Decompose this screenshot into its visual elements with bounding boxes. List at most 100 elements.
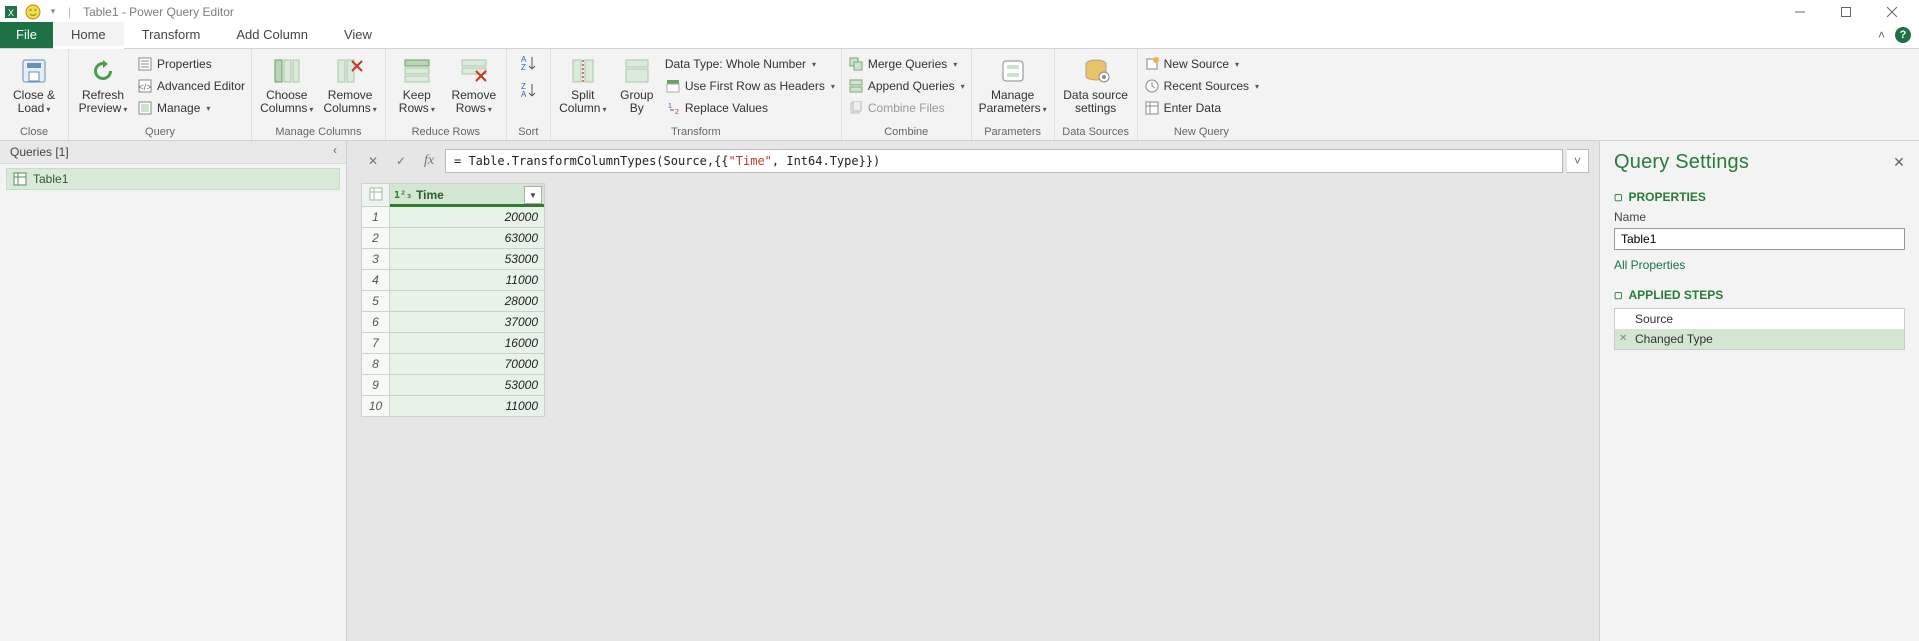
data-cell[interactable]: 63000 [390, 228, 545, 249]
column-header-time[interactable]: 1²₃ Time ▼ [390, 184, 545, 207]
data-cell[interactable]: 37000 [390, 312, 545, 333]
keep-rows-button[interactable]: Keep Rows▾ [392, 53, 442, 118]
close-button[interactable] [1869, 0, 1915, 23]
row-header[interactable]: 10 [362, 396, 390, 417]
view-tab[interactable]: View [326, 22, 390, 48]
first-row-headers-button[interactable]: Use First Row as Headers▾ [665, 75, 835, 97]
data-cell[interactable]: 20000 [390, 207, 545, 228]
table-row[interactable]: 1011000 [362, 396, 545, 417]
row-header[interactable]: 6 [362, 312, 390, 333]
sort-desc-button[interactable]: ZA [518, 80, 538, 103]
row-header[interactable]: 5 [362, 291, 390, 312]
manage-button[interactable]: Manage▾ [137, 97, 245, 119]
table-row[interactable]: 870000 [362, 354, 545, 375]
new-source-button[interactable]: New Source▾ [1144, 53, 1259, 75]
data-type-button[interactable]: Data Type: Whole Number▾ [665, 53, 835, 75]
data-source-settings-button[interactable]: Data source settings [1061, 53, 1131, 117]
settings-close-button[interactable]: ✕ [1893, 154, 1905, 171]
qat-dropdown[interactable]: ▾ [44, 3, 62, 21]
svg-text:Z: Z [521, 63, 526, 72]
formula-expand-button[interactable]: ˅ [1567, 149, 1589, 173]
help-icon[interactable]: ? [1895, 27, 1911, 43]
choose-columns-button[interactable]: Choose Columns▾ [258, 53, 315, 118]
data-type-label: Data Type: Whole Number [665, 57, 806, 71]
row-header[interactable]: 9 [362, 375, 390, 396]
manage-parameters-button[interactable]: Manage Parameters▾ [978, 53, 1048, 118]
workspace: Queries [1] ‹ Table1 ✕ ✓ fx = Table.Tran… [0, 141, 1919, 641]
applied-steps-header[interactable]: ▢APPLIED STEPS [1614, 288, 1905, 302]
grid-corner[interactable] [362, 184, 390, 207]
row-header[interactable]: 7 [362, 333, 390, 354]
group-label-parameters: Parameters [978, 124, 1048, 138]
group-by-button[interactable]: Group By [615, 53, 659, 117]
properties-button[interactable]: Properties [137, 53, 245, 75]
remove-rows-button[interactable]: Remove Rows▾ [448, 53, 500, 118]
sort-asc-button[interactable]: AZ [518, 53, 538, 76]
row-header[interactable]: 3 [362, 249, 390, 270]
table-row[interactable]: 353000 [362, 249, 545, 270]
data-cell[interactable]: 53000 [390, 375, 545, 396]
replace-values-button[interactable]: 12Replace Values [665, 97, 835, 119]
home-tab[interactable]: Home [53, 22, 124, 48]
table-row[interactable]: 637000 [362, 312, 545, 333]
row-header[interactable]: 2 [362, 228, 390, 249]
formula-input[interactable]: = Table.TransformColumnTypes(Source,{{"T… [445, 149, 1563, 173]
applied-step[interactable]: ✕Changed Type [1615, 329, 1904, 349]
data-cell[interactable]: 11000 [390, 396, 545, 417]
data-cell[interactable]: 16000 [390, 333, 545, 354]
ribbon-collapse-icon[interactable]: ˄ [1878, 28, 1885, 42]
file-tab[interactable]: File [0, 22, 53, 48]
add-column-tab[interactable]: Add Column [218, 22, 326, 48]
transform-tab[interactable]: Transform [124, 22, 219, 48]
delete-step-icon[interactable]: ✕ [1619, 333, 1627, 344]
formula-bar: ✕ ✓ fx = Table.TransformColumnTypes(Sour… [347, 141, 1599, 177]
replace-values-label: Replace Values [685, 101, 768, 115]
close-and-load-button[interactable]: Close & Load▾ [6, 53, 62, 118]
merge-queries-button[interactable]: Merge Queries▾ [848, 53, 965, 75]
minimize-button[interactable] [1777, 0, 1823, 23]
query-item[interactable]: Table1 [6, 168, 340, 190]
table-row[interactable]: 716000 [362, 333, 545, 354]
group-label-sort: Sort [513, 124, 544, 138]
table-row[interactable]: 411000 [362, 270, 545, 291]
remove-rows-icon [458, 55, 490, 87]
maximize-button[interactable] [1823, 0, 1869, 23]
close-load-icon [18, 55, 50, 87]
remove-columns-button[interactable]: Remove Columns▾ [321, 53, 378, 118]
column-filter-button[interactable]: ▼ [524, 186, 542, 204]
all-properties-link[interactable]: All Properties [1614, 258, 1905, 272]
recent-sources-button[interactable]: Recent Sources▾ [1144, 75, 1259, 97]
applied-step[interactable]: Source [1615, 309, 1904, 329]
formula-cancel-button[interactable]: ✕ [361, 150, 385, 172]
query-name-input[interactable] [1614, 228, 1905, 250]
fx-icon[interactable]: fx [417, 150, 441, 172]
row-header[interactable]: 4 [362, 270, 390, 291]
group-reduce-rows: Keep Rows▾ Remove Rows▾ Reduce Rows [386, 49, 507, 140]
table-row[interactable]: 528000 [362, 291, 545, 312]
table-row[interactable]: 120000 [362, 207, 545, 228]
applied-steps-label: APPLIED STEPS [1629, 288, 1724, 302]
data-cell[interactable]: 11000 [390, 270, 545, 291]
data-source-label: Data source settings [1063, 89, 1128, 115]
group-new-query: New Source▾ Recent Sources▾ Enter Data N… [1138, 49, 1265, 140]
row-header[interactable]: 1 [362, 207, 390, 228]
append-queries-button[interactable]: Append Queries▾ [848, 75, 965, 97]
data-cell[interactable]: 70000 [390, 354, 545, 375]
refresh-icon [87, 55, 119, 87]
refresh-preview-button[interactable]: Refresh Preview▾ [75, 53, 131, 118]
advanced-editor-button[interactable]: </>Advanced Editor [137, 75, 245, 97]
keep-rows-icon [401, 55, 433, 87]
data-cell[interactable]: 28000 [390, 291, 545, 312]
table-row[interactable]: 263000 [362, 228, 545, 249]
smiley-icon[interactable] [24, 3, 42, 21]
choose-columns-icon [271, 55, 303, 87]
formula-accept-button[interactable]: ✓ [389, 150, 413, 172]
group-by-icon [621, 55, 653, 87]
split-column-button[interactable]: Split Column▾ [557, 53, 609, 118]
properties-section-header[interactable]: ▢PROPERTIES [1614, 190, 1905, 204]
row-header[interactable]: 8 [362, 354, 390, 375]
data-cell[interactable]: 53000 [390, 249, 545, 270]
enter-data-button[interactable]: Enter Data [1144, 97, 1259, 119]
table-row[interactable]: 953000 [362, 375, 545, 396]
queries-collapse-icon[interactable]: ‹ [328, 143, 342, 157]
